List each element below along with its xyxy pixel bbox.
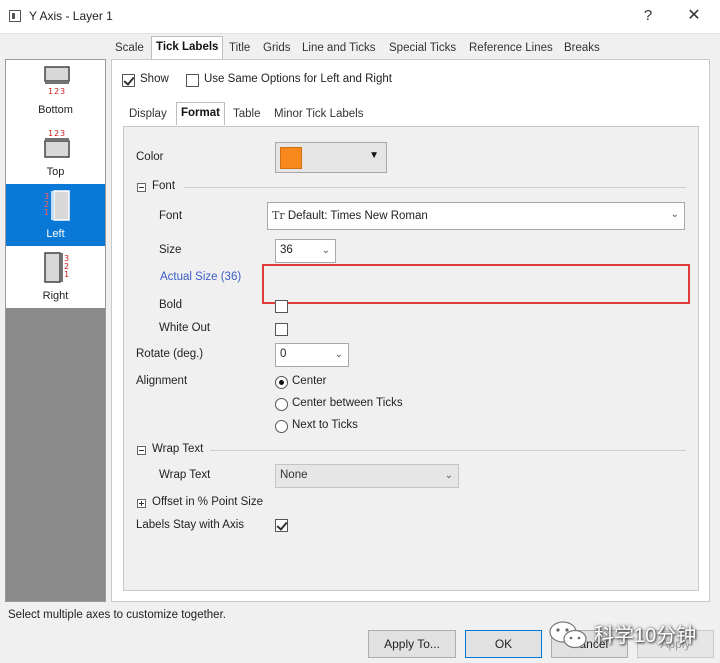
font-type-icon: Tr xyxy=(272,209,285,222)
dropdown-arrow-icon: ⌄ xyxy=(444,470,453,481)
sidebar-item-label: Right xyxy=(42,290,69,302)
svg-text:1: 1 xyxy=(48,87,53,96)
size-label: Size xyxy=(159,244,182,256)
status-text: Select multiple axes to customize togeth… xyxy=(8,609,226,621)
wrap-section-header: Wrap Text xyxy=(152,443,204,455)
svg-text:1: 1 xyxy=(44,208,49,217)
alignment-label: Alignment xyxy=(136,375,188,387)
collapse-wrap-icon[interactable] xyxy=(137,446,146,455)
ok-button[interactable]: OK xyxy=(465,630,542,658)
watermark: 科学10分钟 xyxy=(542,613,712,657)
dropdown-arrow-icon: ⌄ xyxy=(670,209,679,220)
sidebar-item-bottom[interactable]: 1 2 3 Bottom xyxy=(6,60,105,122)
wrap-text-label: Wrap Text xyxy=(159,469,211,481)
divider xyxy=(184,187,686,188)
tab-format[interactable]: Format xyxy=(176,102,225,125)
font-value: Tr Default: Times New Roman xyxy=(272,209,428,222)
tab-tick-labels[interactable]: Tick Labels xyxy=(151,36,224,60)
wrap-text-value: None xyxy=(280,469,308,481)
app-icon xyxy=(9,10,21,22)
sidebar-item-label: Bottom xyxy=(38,104,73,116)
rotate-dropdown[interactable]: 0 ⌄ xyxy=(275,343,349,367)
axis-selector-panel: 1 2 3 Bottom 1 2 3 Top 3 2 1 Left 3 2 1 … xyxy=(5,59,106,602)
expand-offset-icon[interactable] xyxy=(137,499,146,508)
font-dropdown[interactable]: Tr Default: Times New Roman ⌄ xyxy=(267,202,685,230)
align-center-label: Center xyxy=(292,375,327,387)
align-next-to-ticks-radio[interactable] xyxy=(275,420,288,433)
axis-top-icon: 1 2 3 xyxy=(44,129,70,158)
dropdown-arrow-icon: ⌄ xyxy=(334,349,343,360)
axis-left-icon: 3 2 1 xyxy=(44,190,70,221)
actual-size-label: Actual Size (36) xyxy=(160,271,242,283)
collapse-font-icon[interactable] xyxy=(137,183,146,192)
axis-list: 1 2 3 Bottom 1 2 3 Top 3 2 1 Left 3 2 1 … xyxy=(6,60,105,308)
wrap-text-dropdown[interactable]: None ⌄ xyxy=(275,464,459,488)
labels-stay-checkbox[interactable] xyxy=(275,519,288,532)
rotate-label: Rotate (deg.) xyxy=(136,348,204,360)
tab-title[interactable]: Title xyxy=(229,38,250,59)
help-button[interactable]: ? xyxy=(633,5,663,27)
sidebar-item-left[interactable]: 3 2 1 Left xyxy=(6,184,105,246)
tab-reference-lines[interactable]: Reference Lines xyxy=(469,38,553,59)
show-checkbox[interactable] xyxy=(122,74,135,87)
same-options-label: Use Same Options for Left and Right xyxy=(204,73,392,85)
tab-special-ticks[interactable]: Special Ticks xyxy=(389,38,456,59)
tab-breaks[interactable]: Breaks xyxy=(564,38,600,59)
tick-labels-panel: Show Use Same Options for Left and Right… xyxy=(111,59,710,602)
align-next-to-ticks-label: Next to Ticks xyxy=(292,419,358,431)
font-section-header: Font xyxy=(152,180,176,192)
font-label: Font xyxy=(159,210,183,222)
sidebar-item-label: Top xyxy=(46,166,65,178)
apply-to-button[interactable]: Apply To... xyxy=(368,630,456,658)
format-box: Color ▼ Font Font Tr Default: Times New … xyxy=(123,126,699,591)
labels-stay-label: Labels Stay with Axis xyxy=(136,519,245,531)
size-value: 36 xyxy=(280,244,293,256)
tab-table[interactable]: Table xyxy=(233,104,261,124)
svg-text:1: 1 xyxy=(64,270,69,279)
svg-text:1: 1 xyxy=(48,129,53,138)
tab-minor-tick-labels[interactable]: Minor Tick Labels xyxy=(274,104,363,124)
close-button[interactable]: ✕ xyxy=(679,5,709,27)
align-center-between-ticks-radio[interactable] xyxy=(275,398,288,411)
bold-checkbox[interactable] xyxy=(275,300,288,313)
svg-text:2: 2 xyxy=(54,87,59,96)
wechat-logo-icon xyxy=(549,621,587,649)
sidebar-item-top[interactable]: 1 2 3 Top xyxy=(6,122,105,184)
axis-right-icon: 3 2 1 xyxy=(44,252,69,283)
white-out-label: White Out xyxy=(159,322,211,334)
size-dropdown[interactable]: 36 ⌄ xyxy=(275,239,336,263)
tab-scale[interactable]: Scale xyxy=(115,38,144,59)
show-label: Show xyxy=(140,73,169,85)
sidebar-item-label: Left xyxy=(46,228,65,240)
svg-text:3: 3 xyxy=(60,129,65,138)
tab-display[interactable]: Display xyxy=(129,104,167,124)
color-label: Color xyxy=(136,151,164,163)
window-title: Y Axis - Layer 1 xyxy=(29,9,113,23)
align-center-between-ticks-label: Center between Ticks xyxy=(292,397,403,409)
title-bar: Y Axis - Layer 1 ? ✕ xyxy=(0,0,720,34)
tab-line-and-ticks[interactable]: Line and Ticks xyxy=(302,38,376,59)
divider xyxy=(210,450,686,451)
svg-text:2: 2 xyxy=(54,129,59,138)
offset-section-header: Offset in % Point Size xyxy=(152,496,264,508)
bold-label: Bold xyxy=(159,299,183,311)
svg-text:3: 3 xyxy=(60,87,65,96)
dropdown-arrow-icon: ▼ xyxy=(369,150,379,161)
tab-grids[interactable]: Grids xyxy=(263,38,290,59)
rotate-value: 0 xyxy=(280,348,287,360)
sidebar-item-right[interactable]: 3 2 1 Right xyxy=(6,246,105,308)
dropdown-arrow-icon: ⌄ xyxy=(321,245,330,256)
align-center-radio[interactable] xyxy=(275,376,288,389)
axis-bottom-icon: 1 2 3 xyxy=(44,66,70,96)
color-swatch xyxy=(280,147,302,169)
white-out-checkbox[interactable] xyxy=(275,323,288,336)
same-options-checkbox[interactable] xyxy=(186,74,199,87)
watermark-text: 科学10分钟 xyxy=(594,625,697,647)
font-highlight-box xyxy=(262,264,690,304)
color-dropdown[interactable]: ▼ xyxy=(275,142,387,173)
